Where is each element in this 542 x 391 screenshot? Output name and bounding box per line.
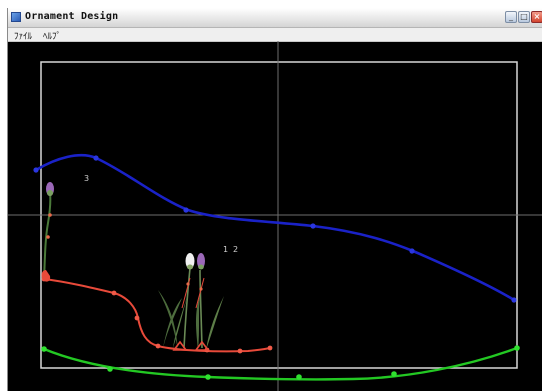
control-point[interactable] — [514, 345, 520, 351]
green-curve-points — [41, 345, 520, 380]
left-sprig — [41, 182, 54, 282]
control-point[interactable] — [48, 213, 52, 217]
control-point[interactable] — [205, 374, 211, 380]
stem-guide — [181, 277, 191, 309]
control-point[interactable] — [409, 248, 415, 254]
green-curve[interactable] — [43, 346, 518, 381]
control-point[interactable] — [134, 315, 140, 321]
control-point[interactable] — [511, 297, 517, 303]
control-point[interactable] — [186, 282, 190, 286]
bud-calyx — [187, 264, 193, 270]
design-canvas[interactable]: 3 1 2 — [8, 8, 542, 391]
control-point[interactable] — [46, 235, 50, 239]
control-point[interactable] — [107, 366, 113, 372]
leaf — [206, 296, 224, 350]
red-curve-points — [41, 276, 273, 354]
leaf — [196, 295, 200, 350]
control-point[interactable] — [310, 223, 316, 229]
curve-label-2: 2 — [233, 245, 238, 254]
red-curve[interactable] — [43, 278, 271, 353]
control-point[interactable] — [93, 155, 99, 161]
curve-label-1: 1 — [223, 245, 228, 254]
control-point[interactable] — [296, 374, 302, 380]
control-point[interactable] — [199, 287, 203, 291]
bud-calyx — [198, 264, 204, 270]
control-point[interactable] — [41, 346, 47, 352]
control-point[interactable] — [183, 207, 189, 213]
control-point[interactable] — [267, 345, 273, 351]
blue-curve-points — [33, 155, 517, 303]
control-point[interactable] — [155, 343, 161, 349]
app-window: Ornament Design _ □ × ﾌｧｲﾙ ﾍﾙﾌﾟ 3 1 2 — [7, 8, 542, 391]
curve-label-3: 3 — [84, 174, 89, 183]
blue-curve[interactable] — [35, 154, 515, 302]
stem — [199, 269, 203, 349]
control-point[interactable] — [33, 167, 39, 173]
control-point[interactable] — [237, 348, 243, 354]
control-point[interactable] — [111, 290, 117, 296]
central-plant — [158, 253, 224, 351]
control-point[interactable] — [391, 371, 397, 377]
bud-calyx — [47, 190, 53, 196]
